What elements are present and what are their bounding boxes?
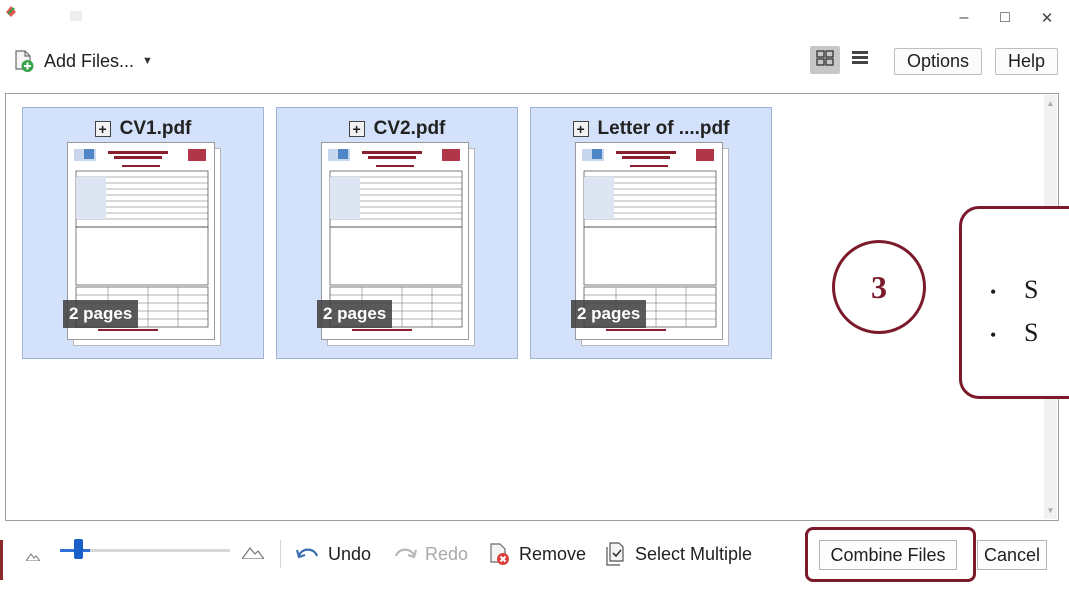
title-bar: – □ ✕ <box>0 0 1069 34</box>
add-file-icon <box>12 49 36 73</box>
bullet-icon: • <box>990 281 997 302</box>
file-name: CV1.pdf <box>119 118 192 139</box>
help-button[interactable]: Help <box>995 48 1058 75</box>
select-multiple-button[interactable]: Select Multiple <box>603 541 752 567</box>
file-card-header: + CV1.pdf <box>23 118 263 140</box>
redo-icon <box>393 543 417 565</box>
chevron-down-icon[interactable]: ▼ <box>142 55 153 67</box>
close-button[interactable]: ✕ <box>1035 6 1059 30</box>
add-files-button[interactable]: Add Files... ▼ <box>12 46 153 76</box>
file-card[interactable]: + CV2.pdf 2 pages <box>276 107 518 359</box>
step-number-badge: 3 <box>832 240 926 334</box>
edge-marker <box>0 540 3 580</box>
file-card[interactable]: + Letter of ....pdf 2 pages <box>530 107 772 359</box>
redo-button[interactable]: Redo <box>393 541 468 567</box>
instruction-callout: • S • S <box>959 206 1069 399</box>
window-title-placeholder <box>70 11 82 21</box>
remove-button[interactable]: Remove <box>487 541 586 567</box>
zoom-slider-thumb[interactable] <box>74 539 83 559</box>
options-button[interactable]: Options <box>894 48 982 75</box>
select-multiple-label: Select Multiple <box>635 543 753 564</box>
page-count-badge: 2 pages <box>317 300 393 328</box>
file-card[interactable]: + CV1.pdf 2 pages <box>22 107 264 359</box>
maximize-icon: □ <box>1000 9 1010 26</box>
cancel-button[interactable]: Cancel <box>977 540 1047 570</box>
grid-view-button[interactable] <box>810 46 840 74</box>
grid-view-icon <box>816 49 834 71</box>
close-icon: ✕ <box>1040 10 1054 27</box>
zoom-in-icon[interactable] <box>240 545 266 560</box>
callout-bullet-text: S <box>1024 275 1039 304</box>
page-count-badge: 2 pages <box>63 300 139 328</box>
maximize-button[interactable]: □ <box>993 6 1017 30</box>
toolbar-divider <box>280 540 281 568</box>
minimize-icon: – <box>959 9 969 26</box>
callout-bullet-text: S <box>1024 318 1039 347</box>
expand-icon[interactable]: + <box>94 121 111 137</box>
undo-icon <box>296 543 320 565</box>
callout-bullet-item: • S <box>990 275 1038 305</box>
undo-label: Undo <box>328 543 372 564</box>
zoom-out-icon[interactable] <box>25 548 42 562</box>
file-card-header: + CV2.pdf <box>277 118 517 140</box>
expand-icon[interactable]: + <box>348 121 365 137</box>
file-card-header: + Letter of ....pdf <box>531 118 771 140</box>
list-view-icon <box>851 50 869 71</box>
bullet-icon: • <box>990 324 997 345</box>
scroll-up-icon[interactable]: ▲ <box>1046 99 1055 108</box>
select-multiple-icon <box>603 542 627 566</box>
remove-file-icon <box>487 543 511 565</box>
scroll-down-icon[interactable]: ▼ <box>1046 506 1055 515</box>
app-logo-icon <box>3 3 19 19</box>
add-files-label: Add Files... <box>44 50 135 71</box>
combine-files-button[interactable]: Combine Files <box>819 540 957 570</box>
undo-button[interactable]: Undo <box>296 541 371 567</box>
expand-icon[interactable]: + <box>572 121 589 137</box>
redo-label: Redo <box>425 543 469 564</box>
page-count-badge: 2 pages <box>571 300 647 328</box>
file-name: Letter of ....pdf <box>597 118 730 139</box>
file-name: CV2.pdf <box>373 118 446 139</box>
minimize-button[interactable]: – <box>952 6 976 30</box>
callout-bullet-item: • S <box>990 318 1038 348</box>
remove-label: Remove <box>519 543 587 564</box>
list-view-button[interactable] <box>845 46 875 74</box>
